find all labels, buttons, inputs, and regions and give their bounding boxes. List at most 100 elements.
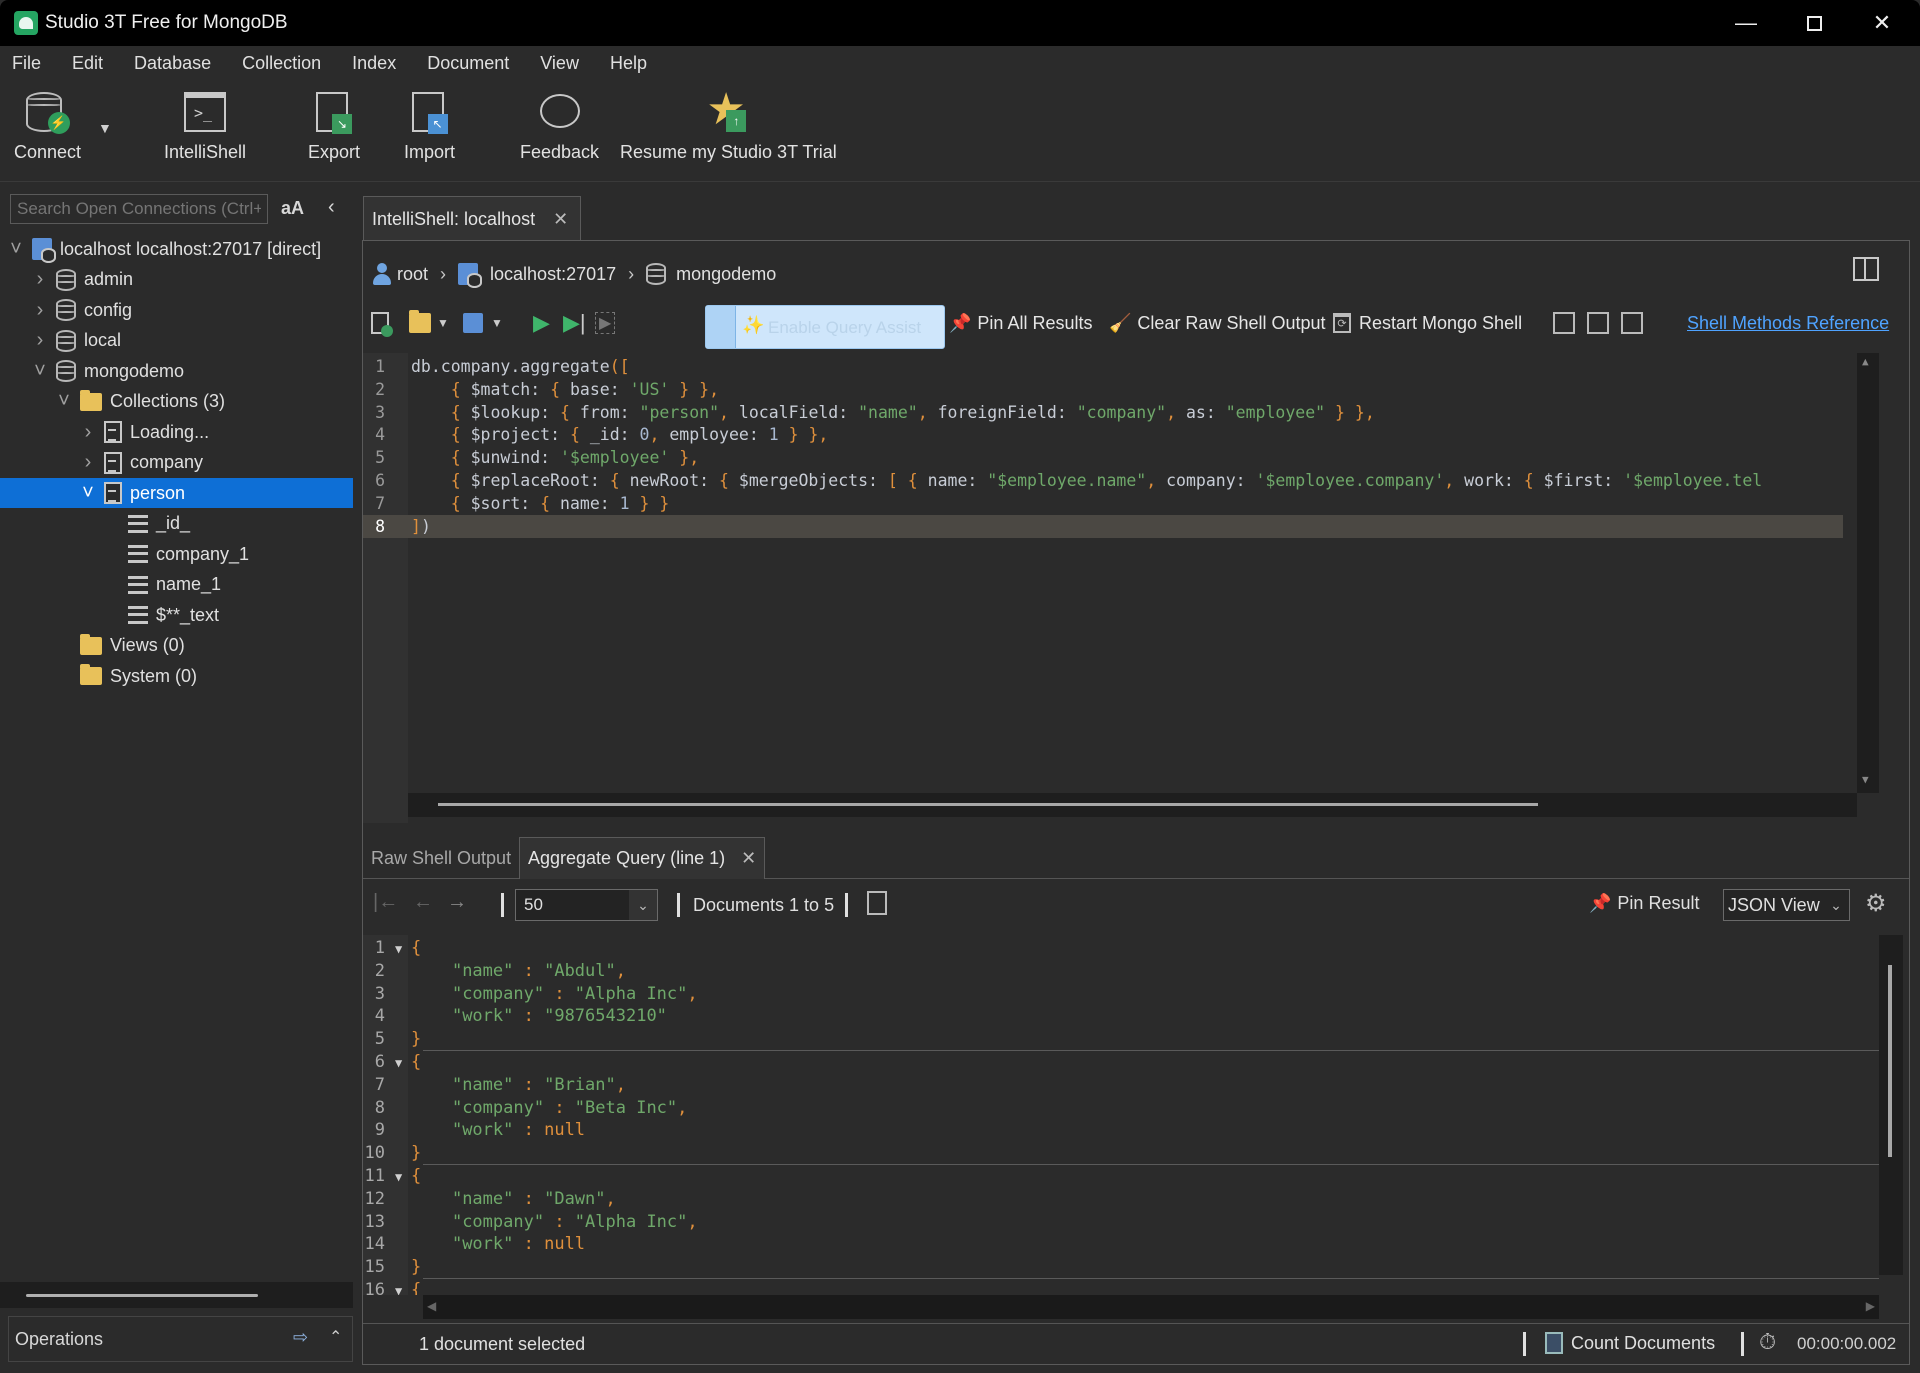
execute-statement-button[interactable]: ▶|	[563, 307, 586, 339]
json-horizontal-scrollbar[interactable]: ◀ ▶	[423, 1295, 1879, 1319]
open-file-button[interactable]	[409, 307, 431, 339]
tree-item[interactable]: ˅ localhost localhost:27017 [direct]	[0, 234, 353, 264]
fold-toggle-icon[interactable]: ▼	[395, 1280, 411, 1295]
menu-database[interactable]: Database	[134, 53, 211, 74]
code-line[interactable]: 3 { $lookup: { from: "person", localFiel…	[363, 401, 1843, 424]
tree-item[interactable]: › Loading...	[0, 417, 353, 447]
resume-trial-button[interactable]: ★ ↑ Resume my Studio 3T Trial	[620, 88, 837, 163]
feedback-button[interactable]: Feedback	[520, 88, 599, 163]
search-connections-input[interactable]	[10, 194, 268, 224]
breadcrumb-host[interactable]: localhost:27017	[490, 264, 616, 285]
scrollbar-thumb[interactable]	[1888, 965, 1892, 1157]
minimize-button[interactable]: —	[1712, 0, 1780, 46]
tree-item[interactable]: ˅ Collections (3)	[0, 387, 353, 417]
save-button[interactable]	[463, 307, 483, 339]
tree-item[interactable]: › config	[0, 295, 353, 325]
json-line[interactable]: 14 "work" : null	[363, 1233, 1879, 1256]
chevron-down-icon[interactable]: ˅	[56, 390, 72, 413]
menu-index[interactable]: Index	[352, 53, 396, 74]
tab-raw-shell-output[interactable]: Raw Shell Output	[363, 837, 519, 879]
shell-methods-reference-link[interactable]: Shell Methods Reference	[1687, 307, 1889, 339]
case-sensitive-toggle[interactable]: aA	[281, 198, 304, 219]
indent-button[interactable]	[1587, 307, 1609, 339]
tree-item[interactable]: ˅ mongodemo	[0, 356, 353, 386]
scrollbar-thumb[interactable]	[438, 803, 1538, 806]
chevron-right-icon[interactable]: ›	[32, 268, 48, 291]
connect-button[interactable]: ⚡ Connect	[14, 88, 81, 163]
code-editor[interactable]: 1 db.company.aggregate([2 { $match: { bas…	[363, 353, 1909, 823]
close-button[interactable]: ✕	[1848, 0, 1916, 46]
view-mode-select[interactable]: JSON View ⌄	[1723, 889, 1850, 921]
code-line[interactable]: 5 { $unwind: '$employee' },	[363, 446, 1843, 469]
chevron-right-icon[interactable]: ›	[32, 329, 48, 352]
code-line[interactable]: 4 { $project: { _id: 0, employee: 1 } },	[363, 423, 1843, 446]
json-line[interactable]: 4 "work" : "9876543210"	[363, 1005, 1879, 1028]
json-result-view[interactable]: 1 ▼{2 "name" : "Abdul", 3 "company" : "Alp…	[363, 935, 1909, 1295]
first-page-icon[interactable]: |←	[373, 891, 398, 914]
chevron-right-icon[interactable]: ›	[80, 421, 96, 444]
json-line[interactable]: 9 "work" : null	[363, 1119, 1879, 1142]
sidebar-horizontal-scrollbar[interactable]	[0, 1282, 353, 1308]
fold-toggle-icon[interactable]: ▼	[395, 1166, 411, 1189]
json-line[interactable]: 7 "name" : "Brian",	[363, 1074, 1879, 1097]
menu-help[interactable]: Help	[610, 53, 647, 74]
json-line[interactable]: 11 ▼{	[363, 1165, 1879, 1188]
code-line[interactable]: 1 db.company.aggregate([	[363, 355, 1843, 378]
enable-query-assist-button[interactable]: ✨ Enable Query Assist	[705, 305, 945, 349]
json-line[interactable]: 1 ▼{	[363, 937, 1879, 960]
chevron-down-icon[interactable]: ˅	[32, 360, 48, 383]
clear-raw-output-button[interactable]: 🧹 Clear Raw Shell Output	[1109, 307, 1326, 339]
tree-item[interactable]: company_1	[0, 539, 353, 569]
json-line[interactable]: 13 "company" : "Alpha Inc",	[363, 1211, 1879, 1234]
menu-file[interactable]: File	[12, 53, 41, 74]
restart-shell-button[interactable]: ⟳ Restart Mongo Shell	[1333, 307, 1522, 339]
intellishell-button[interactable]: >_ IntelliShell	[164, 88, 246, 163]
code-line[interactable]: 7 { $sort: { name: 1 } }	[363, 492, 1843, 515]
json-line[interactable]: 3 "company" : "Alpha Inc",	[363, 983, 1879, 1006]
maximize-button[interactable]	[1780, 0, 1848, 46]
tree-item[interactable]: › company	[0, 448, 353, 478]
json-vertical-scrollbar[interactable]	[1879, 935, 1903, 1275]
json-line[interactable]: 10}	[363, 1142, 1879, 1165]
json-line[interactable]: 2 "name" : "Abdul",	[363, 960, 1879, 983]
json-line[interactable]: 6 ▼{	[363, 1051, 1879, 1074]
menu-edit[interactable]: Edit	[72, 53, 103, 74]
next-page-icon[interactable]: →	[447, 891, 467, 914]
editor-vertical-scrollbar[interactable]: ▲ ▼	[1857, 353, 1879, 793]
pin-all-results-button[interactable]: 📌 Pin All Results	[949, 307, 1092, 339]
operations-panel[interactable]: Operations ⇨ ⌃	[8, 1316, 353, 1362]
operations-export-icon[interactable]: ⇨	[293, 1327, 308, 1348]
tree-item[interactable]: _id_	[0, 509, 353, 539]
export-button[interactable]: ↘ Export	[308, 88, 360, 163]
tree-item[interactable]: › local	[0, 326, 353, 356]
code-line[interactable]: 8])	[363, 514, 1843, 538]
format-code-button[interactable]	[1553, 307, 1575, 339]
previous-page-icon[interactable]: ←	[413, 891, 433, 914]
count-documents-button[interactable]: Count Documents	[1545, 1332, 1715, 1354]
connect-dropdown-arrow[interactable]: ▼	[98, 120, 112, 136]
tree-item[interactable]: › admin	[0, 265, 353, 295]
tree-item[interactable]: ˅ person	[0, 478, 353, 508]
fold-toggle-icon[interactable]: ▼	[395, 1052, 411, 1075]
collapse-sidebar-button[interactable]: ‹	[328, 196, 335, 219]
json-line[interactable]: 8 "company" : "Beta Inc",	[363, 1097, 1879, 1120]
tree-item[interactable]: Views (0)	[0, 631, 353, 661]
scrollbar-thumb[interactable]	[26, 1294, 258, 1297]
code-line[interactable]: 2 { $match: { base: 'US' } },	[363, 378, 1843, 401]
breadcrumb-database[interactable]: mongodemo	[676, 264, 776, 285]
json-line[interactable]: 12 "name" : "Dawn",	[363, 1188, 1879, 1211]
split-view-icon[interactable]	[1853, 257, 1879, 281]
save-dropdown-arrow[interactable]: ▼	[491, 307, 503, 339]
close-tab-icon[interactable]: ✕	[553, 209, 568, 230]
chevron-right-icon[interactable]: ›	[32, 299, 48, 322]
tree-item[interactable]: $**_text	[0, 600, 353, 630]
tree-item[interactable]: name_1	[0, 570, 353, 600]
menu-document[interactable]: Document	[427, 53, 509, 74]
settings-gear-icon[interactable]: ⚙	[1865, 889, 1887, 918]
breadcrumb-user[interactable]: root	[397, 264, 428, 285]
execute-selection-button[interactable]: ▶	[595, 307, 616, 339]
menu-collection[interactable]: Collection	[242, 53, 321, 74]
tab-aggregate-query[interactable]: Aggregate Query (line 1) ✕	[519, 837, 766, 879]
json-line[interactable]: 5}	[363, 1028, 1879, 1051]
close-tab-icon[interactable]: ✕	[741, 848, 756, 869]
